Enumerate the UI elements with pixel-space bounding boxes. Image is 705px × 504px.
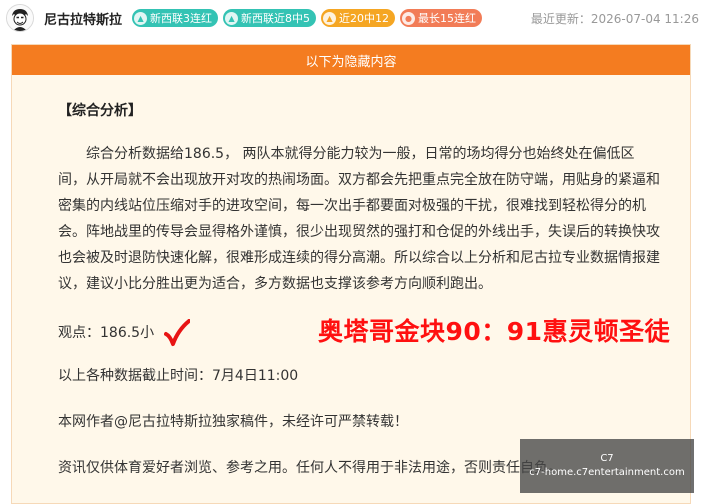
badge-recent-record: ▲ 新西联近8中5 [223, 9, 317, 27]
badge-label: 最长15连红 [418, 12, 477, 25]
chevron-up-icon: ▲ [323, 11, 337, 25]
chevron-up-icon: ▲ [225, 11, 239, 25]
badge-list: ▲ 新西联3连红 ▲ 新西联近8中5 ▲ 近20中12 ● 最长15连红 [132, 9, 487, 27]
chevron-up-icon: ▲ [134, 11, 148, 25]
badge-label: 新西联3连红 [150, 12, 213, 25]
hidden-content-banner: 以下为隐藏内容 [12, 45, 690, 75]
check-mark-icon [164, 319, 191, 346]
badge-label: 新西联近8中5 [241, 12, 311, 25]
article-body: 【综合分析】 综合分析数据给186.5， 两队本就得分能力较为一般，日常的场均得… [12, 101, 690, 478]
last-updated: 最近更新：2026-07-04 11:26 [530, 11, 699, 26]
badge-longest-streak: ● 最长15连红 [400, 9, 483, 27]
score-overlay: 奥塔哥金块90：91惠灵顿圣徒 [318, 317, 671, 346]
copyright-notice: 本网作者@尼古拉特斯拉独家稿件，未经许可严禁转载！ [58, 414, 408, 430]
author-avatar[interactable] [6, 4, 34, 32]
analysis-paragraph: 综合分析数据给186.5， 两队本就得分能力较为一般，日常的场均得分也始终处在偏… [58, 146, 660, 292]
article-header: 尼古拉特斯拉 ▲ 新西联3连红 ▲ 新西联近8中5 ▲ 近20中12 ● 最长1… [0, 0, 705, 36]
avatar-image-icon [7, 5, 33, 31]
hidden-content-card: 以下为隐藏内容 【综合分析】 综合分析数据给186.5， 两队本就得分能力较为一… [11, 44, 691, 504]
section-title: 【综合分析】 [58, 103, 142, 119]
watermark-title: C7 [600, 453, 614, 464]
flame-icon: ● [402, 11, 416, 25]
watermark: C7 c7-home.c7entertainment.com [520, 439, 694, 493]
data-cutoff: 以上各种数据截止时间：7月4日11:00 [58, 368, 299, 384]
viewpoint-text: 观点：186.5小 [58, 325, 155, 341]
author-name[interactable]: 尼古拉特斯拉 [44, 9, 122, 28]
badge-streak: ▲ 新西联3连红 [132, 9, 219, 27]
badge-label: 近20中12 [339, 12, 390, 25]
watermark-url: c7-home.c7entertainment.com [529, 467, 685, 478]
badge-last-20: ▲ 近20中12 [321, 9, 396, 27]
